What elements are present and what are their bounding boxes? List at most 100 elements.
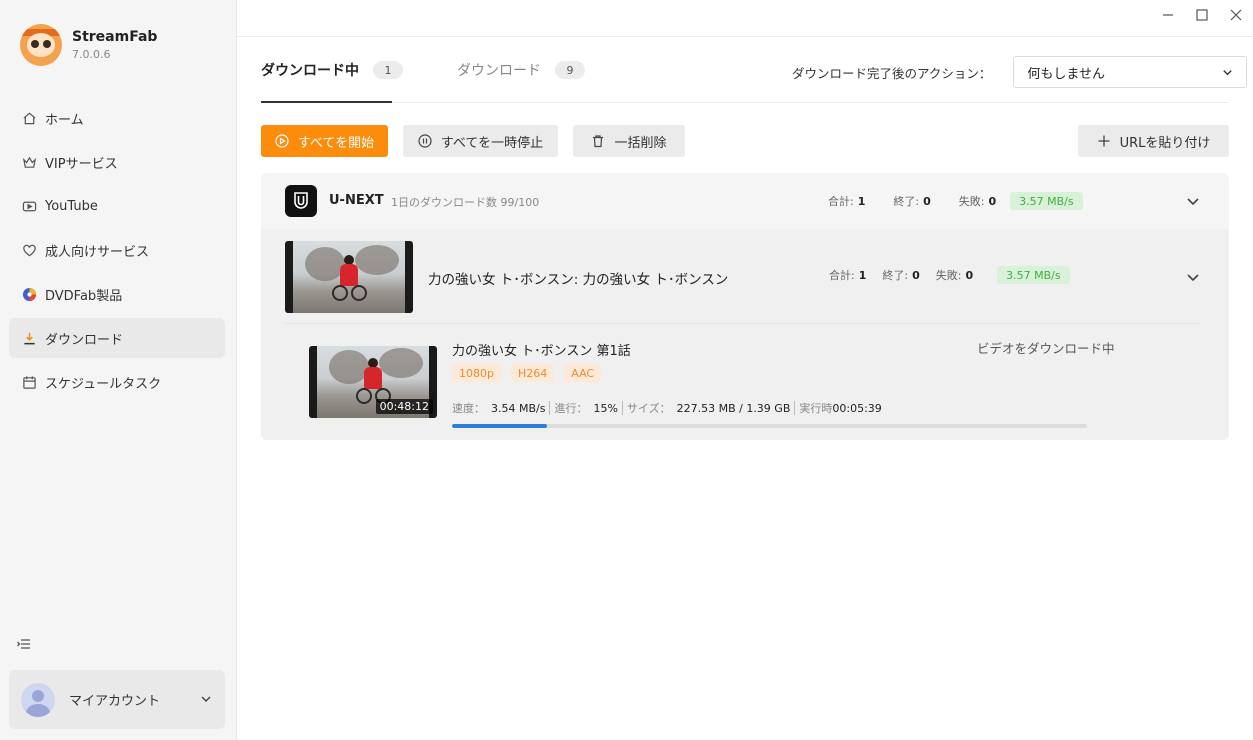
episode-thumbnail: 00:48:12	[309, 346, 437, 418]
sidebar-item-vip[interactable]: VIPサービス	[9, 142, 225, 182]
calendar-icon	[21, 374, 37, 390]
total-value: 1	[857, 194, 866, 208]
tabs: ダウンロード中 1 ダウンロード 9	[261, 59, 639, 81]
toolbar: すべてを開始 すべてを一時停止 一括削除 URLを貼り付け	[261, 125, 1229, 157]
elapsed-value: 00:05:39	[832, 401, 882, 415]
sidebar-item-label: ホーム	[45, 112, 84, 128]
episode-title: 力の強い女 ト･ボンスン 第1話	[452, 344, 631, 359]
sidebar-item-home[interactable]: ホーム	[9, 98, 225, 138]
series-thumbnail	[285, 241, 413, 313]
window-controls	[1151, 0, 1253, 30]
sidebar: StreamFab 7.0.0.6 ホーム VIPサービス YouTube 成人…	[0, 0, 237, 740]
sidebar-item-label: VIPサービス	[45, 156, 118, 172]
youtube-icon	[21, 198, 37, 214]
audio-tag: AAC	[564, 364, 602, 382]
failed-value: 0	[965, 268, 974, 282]
unext-logo-icon	[285, 185, 317, 217]
sidebar-item-schedule[interactable]: スケジュールタスク	[9, 362, 225, 402]
done-value: 0	[912, 268, 920, 282]
play-circle-icon	[275, 134, 289, 148]
speed-badge: 3.57 MB/s	[1010, 192, 1083, 210]
chevron-down-icon[interactable]	[1185, 269, 1201, 285]
size-value: 227.53 MB / 1.39 GB	[676, 401, 791, 415]
heart-icon	[21, 242, 37, 258]
pause-all-button[interactable]: すべてを一時停止	[403, 125, 558, 157]
start-all-label: すべてを開始	[297, 135, 375, 151]
codec-tag: H264	[510, 364, 555, 382]
sidebar-item-label: 成人向けサービス	[45, 244, 150, 260]
episode-row[interactable]: 00:48:12 力の強い女 ト･ボンスン 第1話 1080p H264 AAC…	[261, 324, 1229, 440]
tab-count-badge: 1	[373, 61, 403, 79]
done-label: 終了:	[893, 195, 920, 208]
speed-label: 速度：	[452, 402, 485, 415]
progress-bar	[452, 424, 1087, 428]
tab-label: ダウンロード	[457, 63, 541, 79]
group-header[interactable]: U-NEXT 1日のダウンロード数 99/100 合計: 1 終了: 0 失敗: 0 …	[261, 173, 1229, 229]
delete-all-button[interactable]: 一括削除	[573, 125, 685, 157]
start-all-button[interactable]: すべてを開始	[261, 125, 388, 157]
tab-downloading[interactable]: ダウンロード中 1	[261, 59, 403, 81]
sidebar-item-youtube[interactable]: YouTube	[9, 186, 225, 226]
dvdfab-icon	[21, 286, 37, 302]
account-label: マイアカウント	[69, 694, 161, 709]
collapse-menu-icon[interactable]	[16, 636, 32, 652]
done-value: 0	[923, 194, 931, 208]
download-group: U-NEXT 1日のダウンロード数 99/100 合計: 1 終了: 0 失敗: 0 …	[261, 173, 1229, 440]
tabs-divider	[261, 102, 1229, 103]
sidebar-item-label: ダウンロード	[45, 332, 124, 348]
done-label: 終了:	[882, 269, 909, 282]
after-download-action: ダウンロード完了後のアクション： 何もしません	[792, 56, 1248, 88]
minimize-button[interactable]	[1151, 0, 1185, 30]
delete-all-label: 一括削除	[614, 135, 667, 151]
app-version: 7.0.0.6	[72, 48, 111, 61]
tab-downloaded[interactable]: ダウンロード 9	[457, 59, 585, 81]
episode-status: ビデオをダウンロード中	[977, 341, 1115, 356]
elapsed-label: 実行時	[799, 402, 833, 415]
tab-label: ダウンロード中	[261, 63, 359, 79]
sidebar-item-dvdfab[interactable]: DVDFab製品	[9, 274, 225, 314]
total-label: 合計:	[828, 195, 854, 208]
app-name: StreamFab	[72, 29, 158, 45]
speed-value: 3.54 MB/s	[491, 401, 546, 415]
daily-download-count: 1日のダウンロード数 99/100	[391, 196, 540, 209]
avatar	[21, 682, 55, 717]
after-action-value: 何もしません	[1027, 66, 1106, 82]
speed-badge: 3.57 MB/s	[997, 266, 1070, 284]
streamfab-logo-icon	[20, 24, 62, 66]
progress-info: 速度： 3.54 MB/s 進行： 15% サイズ： 227.53 MB / 1…	[452, 400, 882, 416]
episode-tags: 1080p H264 AAC	[452, 364, 611, 382]
resolution-tag: 1080p	[452, 364, 501, 382]
after-action-select[interactable]: 何もしません	[1013, 56, 1248, 88]
active-tab-indicator	[261, 101, 392, 103]
chevron-down-icon[interactable]	[1185, 193, 1201, 209]
service-name: U-NEXT	[329, 193, 384, 208]
duration-badge: 00:48:12	[375, 399, 433, 414]
main-panel: ダウンロード中 1 ダウンロード 9 ダウンロード完了後のアクション： 何もしま…	[237, 36, 1253, 740]
paste-url-button[interactable]: URLを貼り付け	[1078, 125, 1229, 157]
maximize-button[interactable]	[1185, 0, 1219, 30]
total-label: 合計:	[829, 269, 855, 282]
pause-all-label: すべてを一時停止	[440, 135, 544, 151]
paste-url-label: URLを貼り付け	[1119, 135, 1211, 151]
sidebar-item-label: YouTube	[45, 198, 98, 214]
series-title: 力の強い女 ト･ボンスン: 力の強い女 ト･ボンスン	[428, 272, 729, 288]
pause-circle-icon	[418, 134, 432, 148]
after-action-label: ダウンロード完了後のアクション：	[792, 65, 992, 81]
sidebar-nav: ホーム VIPサービス YouTube 成人向けサービス DVDFab製品 ダウ…	[9, 98, 225, 406]
crown-icon	[21, 154, 37, 170]
chevron-down-icon	[199, 692, 213, 706]
sidebar-item-label: DVDFab製品	[45, 288, 123, 304]
account-menu[interactable]: マイアカウント	[9, 670, 225, 729]
progress-value: 15%	[593, 401, 618, 415]
sidebar-item-label: スケジュールタスク	[45, 376, 162, 392]
close-button[interactable]	[1219, 0, 1253, 30]
trash-icon	[593, 135, 604, 148]
series-row[interactable]: 力の強い女 ト･ボンスン: 力の強い女 ト･ボンスン 合計: 1 終了: 0 失敗:…	[261, 229, 1229, 323]
sidebar-item-download[interactable]: ダウンロード	[9, 318, 225, 358]
total-value: 1	[858, 268, 867, 282]
tab-count-badge: 9	[555, 61, 585, 79]
sidebar-item-adult[interactable]: 成人向けサービス	[9, 230, 225, 270]
failed-value: 0	[988, 194, 997, 208]
progress-fill	[452, 424, 548, 428]
brand: StreamFab 7.0.0.6	[20, 24, 157, 66]
